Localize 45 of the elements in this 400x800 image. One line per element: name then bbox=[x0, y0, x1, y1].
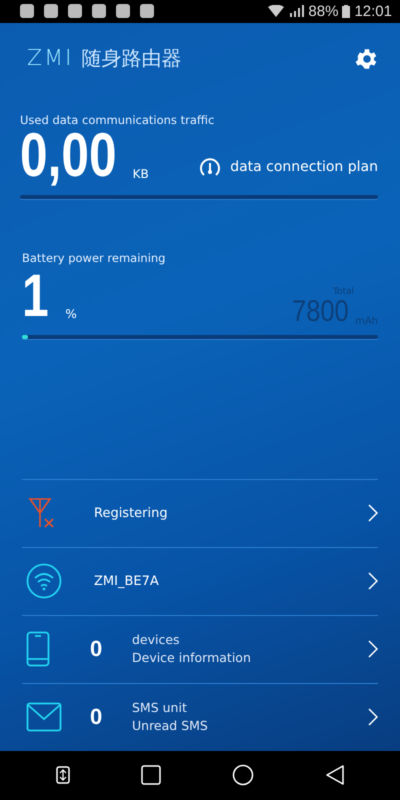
back-icon[interactable] bbox=[324, 765, 344, 786]
overview-icon[interactable] bbox=[140, 765, 160, 786]
status-row[interactable]: 0 devices Device information bbox=[22, 614, 378, 683]
recent-apps-icon[interactable] bbox=[56, 766, 70, 784]
row-subtitle: Device information bbox=[132, 649, 251, 668]
status-row[interactable]: ZMI_BE7A bbox=[22, 546, 378, 615]
row-title: SMS unit bbox=[132, 699, 188, 718]
notification-icon bbox=[68, 4, 82, 18]
status-row[interactable]: Registering bbox=[22, 478, 378, 547]
app-title: 随身路由器 bbox=[82, 45, 182, 72]
phone-icon bbox=[26, 631, 50, 668]
notification-icon bbox=[140, 4, 154, 18]
wifi-icon bbox=[26, 563, 62, 600]
battery-unit: % bbox=[65, 306, 77, 321]
chevron-icon bbox=[368, 708, 378, 726]
logo: ZMI bbox=[27, 46, 74, 72]
row-subtitle: Unread SMS bbox=[132, 717, 208, 736]
chevron-icon bbox=[368, 572, 378, 590]
notification-icon bbox=[44, 4, 58, 18]
row-title: ZMI_BE7A bbox=[94, 574, 159, 589]
battery-value: 1 bbox=[22, 264, 49, 327]
chevron-icon bbox=[368, 504, 378, 522]
envelope-icon bbox=[26, 702, 62, 732]
notification-icon bbox=[20, 4, 34, 18]
battery-label: Battery power remaining bbox=[22, 250, 166, 265]
notification-icon bbox=[116, 4, 130, 18]
battery-percent: 88% bbox=[308, 2, 338, 20]
data-plan-link[interactable]: data connection plan bbox=[230, 158, 378, 175]
count: 0 bbox=[90, 636, 104, 662]
traffic-unit: KB bbox=[132, 166, 149, 181]
notification-icon bbox=[92, 4, 106, 18]
capacity-unit: mAh bbox=[355, 316, 378, 327]
clock: 12:01 bbox=[354, 2, 392, 20]
battery-icon bbox=[342, 4, 350, 18]
count: 0 bbox=[90, 704, 104, 730]
home-icon[interactable] bbox=[232, 764, 254, 786]
total-label: Total bbox=[332, 286, 354, 297]
wifi-icon bbox=[268, 5, 284, 18]
capacity-value: 7800 bbox=[292, 296, 350, 327]
row-title: devices bbox=[132, 631, 181, 650]
traffic-value: 0,00 bbox=[20, 124, 117, 187]
signal-icon bbox=[288, 5, 304, 18]
traffic-label: Used data communications traffic bbox=[20, 112, 216, 127]
row-title: Registering bbox=[94, 506, 168, 521]
chevron-icon bbox=[368, 640, 378, 658]
